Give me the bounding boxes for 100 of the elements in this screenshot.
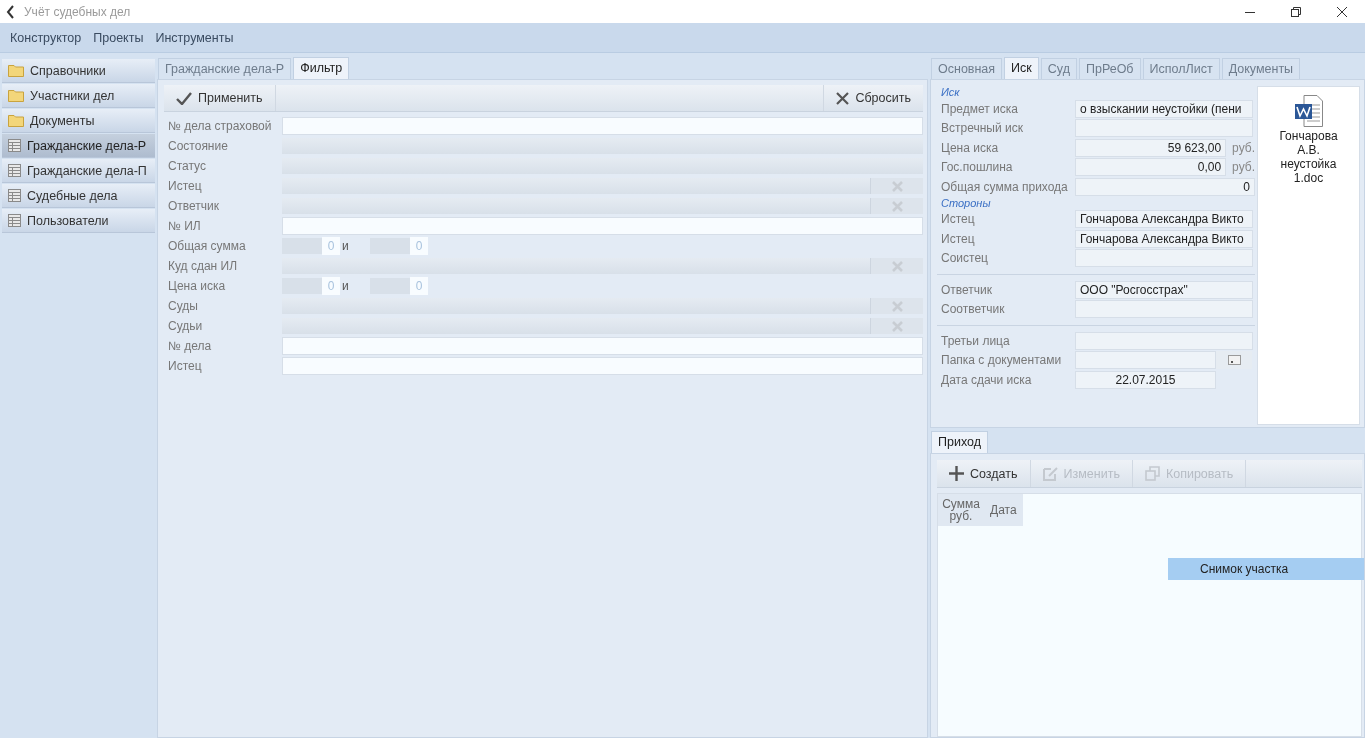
field-label: Соответчик (940, 302, 1006, 317)
clear-button[interactable] (870, 258, 923, 274)
menu-item[interactable]: Проекты (93, 30, 144, 45)
field-label: Истец (167, 179, 203, 193)
toolbar-button[interactable]: Создать (937, 460, 1031, 487)
close-icon (1337, 6, 1347, 17)
field-label: Состояние (167, 139, 229, 153)
clear-button[interactable] (870, 298, 923, 314)
table-icon (8, 214, 21, 227)
field-label: Папка с документами (940, 353, 1063, 368)
input-field[interactable] (282, 217, 923, 235)
menu-item[interactable]: Инструменты (155, 30, 234, 45)
document-icon (1294, 95, 1323, 127)
field-label: Ответчик (167, 199, 221, 213)
reset-button[interactable]: Сбросить (823, 85, 923, 111)
plus-icon (949, 466, 964, 481)
input-field[interactable]: ООО "Росгосстрах" (1075, 280, 1253, 299)
sidebar-item[interactable]: Документы (2, 109, 155, 133)
field-label: Гос.пошлина (940, 160, 1014, 175)
window-title: Учёт судебных дел (24, 4, 131, 19)
copy-icon (1144, 466, 1160, 481)
input-field[interactable] (1075, 331, 1253, 350)
apply-button[interactable]: Применить (164, 85, 276, 111)
app-logo-icon (6, 4, 14, 19)
input-field[interactable] (1075, 351, 1216, 370)
field-label: Встречный иск (940, 121, 1024, 136)
input-field[interactable]: Гончарова Александра Викто (1075, 210, 1253, 229)
field-label: Судьи (167, 319, 204, 333)
input-field[interactable] (1075, 119, 1253, 138)
column-header[interactable]: Сумма руб. (938, 494, 984, 526)
field-label: Общая сумма прихода (940, 179, 1069, 194)
close-icon (891, 320, 903, 332)
field-label: № дела страховой (167, 119, 273, 133)
column-header[interactable]: Дата (984, 494, 1023, 526)
input-field[interactable]: 0 (1075, 177, 1255, 196)
field-label: Истец (167, 359, 203, 373)
spin-button[interactable] (370, 278, 410, 294)
clear-button[interactable] (870, 178, 923, 194)
field-label: Цена иска (940, 140, 1000, 155)
edit-icon (1042, 466, 1058, 481)
close-icon (891, 200, 903, 212)
section-heading: Стороны (940, 196, 992, 210)
field-label: Статус (167, 159, 207, 173)
file-item[interactable]: Гончарова А.В. неустойка 1.doc (1273, 95, 1344, 185)
popup-label: Снимок участка (1168, 558, 1364, 580)
field-label: Соистец (940, 251, 989, 266)
sidebar-item[interactable]: Гражданские дела-П (2, 159, 155, 183)
menu-item[interactable]: Конструктор (10, 30, 82, 45)
section-heading: Иск (940, 86, 961, 99)
table-icon (8, 189, 21, 202)
spin-button[interactable] (282, 278, 322, 294)
check-icon (176, 91, 192, 105)
input-field[interactable]: Гончарова Александра Викто (1075, 229, 1253, 248)
tab[interactable]: Фильтр (293, 57, 350, 79)
clear-button[interactable] (870, 318, 923, 334)
field-label: Суды (167, 299, 199, 313)
unit-label: руб. (1232, 140, 1255, 155)
field-label: Цена иска (167, 279, 227, 293)
lookup-field[interactable] (282, 258, 870, 274)
field-label: № дела (167, 339, 213, 353)
spin-button[interactable] (282, 238, 322, 254)
input-field[interactable] (282, 357, 923, 375)
sidebar-item[interactable]: Гражданские дела-Р (2, 134, 155, 158)
input-field[interactable] (282, 337, 923, 355)
field-label: Истец (940, 231, 976, 246)
field-label: Третьи лица (940, 333, 1011, 348)
close-icon (891, 180, 903, 192)
tab[interactable]: Иск (1004, 57, 1039, 79)
close-icon (836, 91, 850, 105)
field-label: Предмет иска (940, 101, 1019, 116)
range-separator: и (341, 279, 350, 293)
field-label: Общая сумма (167, 239, 247, 253)
input-field[interactable] (282, 117, 923, 135)
input-field[interactable] (1075, 249, 1253, 268)
input-field[interactable] (1075, 300, 1253, 319)
tab[interactable]: Приход (931, 431, 988, 453)
lookup-field[interactable] (282, 198, 870, 214)
field-label: Дата сдачи иска (940, 372, 1033, 387)
sidebar-item[interactable]: Пользователи (2, 209, 155, 233)
spin-button[interactable] (370, 238, 410, 254)
input-field[interactable]: 59 623,00 (1075, 138, 1227, 157)
close-icon (891, 260, 903, 272)
lookup-field[interactable] (282, 298, 870, 314)
restore-icon (1291, 6, 1301, 17)
lookup-field[interactable] (282, 318, 870, 334)
field-label: Истец (940, 212, 976, 227)
range-separator: и (341, 239, 350, 253)
lookup-field[interactable] (282, 178, 870, 194)
input-field[interactable]: о взыскании неустойки (пени (1075, 99, 1253, 118)
field-label: Куд сдан ИЛ (167, 259, 239, 273)
date-field[interactable]: 22.07.2015 (1075, 370, 1216, 389)
field-label: № ИЛ (167, 219, 202, 233)
unit-label: руб. (1232, 160, 1255, 175)
sidebar-item[interactable]: Справочники (2, 59, 155, 83)
input-field[interactable]: 0,00 (1075, 158, 1227, 177)
sidebar-item[interactable]: Участники дел (2, 84, 155, 108)
table-icon (8, 139, 21, 152)
table-icon (8, 164, 21, 177)
clear-button[interactable] (870, 198, 923, 214)
sidebar-item[interactable]: Судебные дела (2, 184, 155, 208)
